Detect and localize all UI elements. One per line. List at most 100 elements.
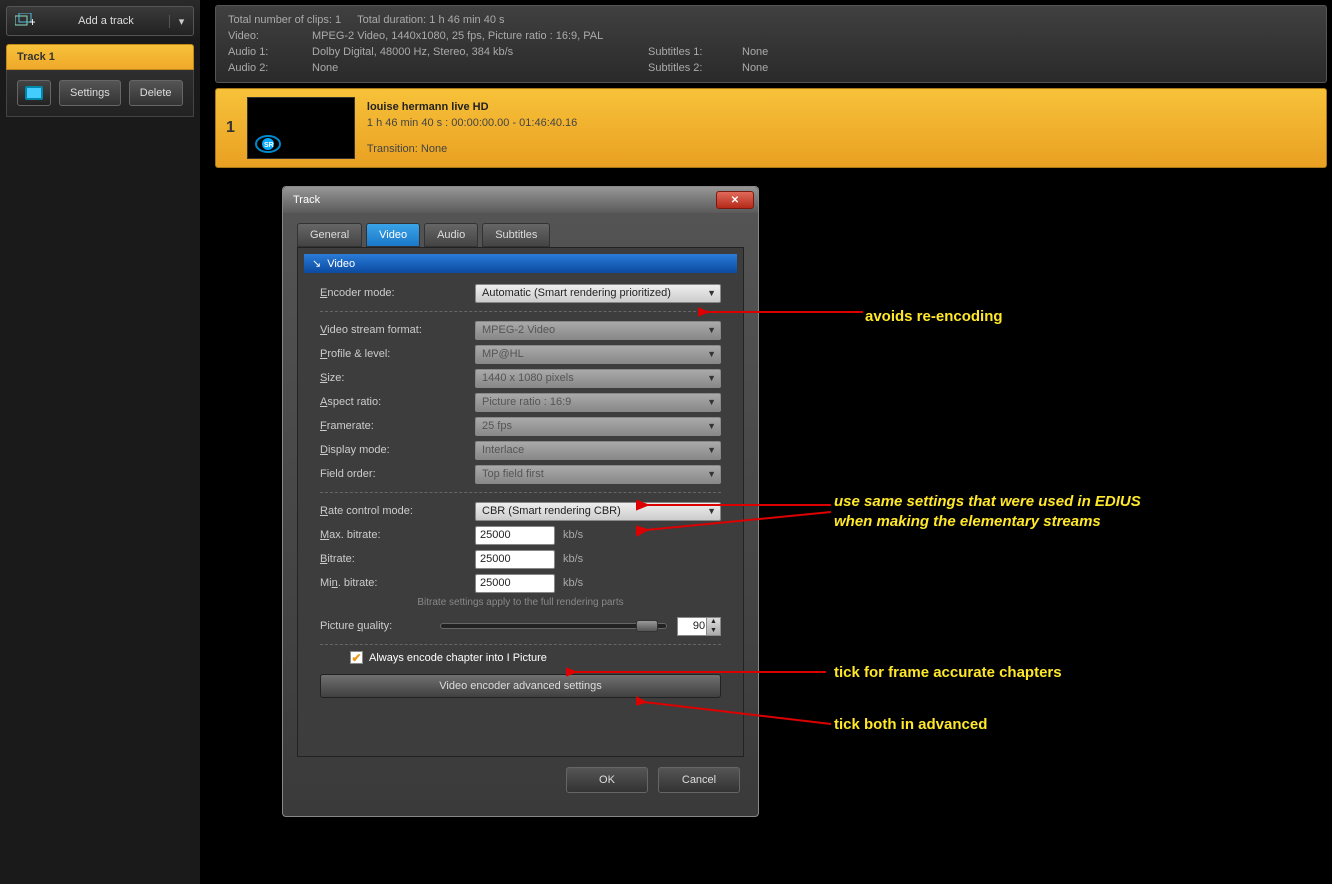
video-section-header[interactable]: ↘ Video: [304, 254, 737, 273]
chevron-down-icon: ▼: [707, 349, 716, 359]
sub2-lbl: Subtitles 2:: [648, 60, 718, 76]
dialog-buttons: OK Cancel: [283, 767, 758, 805]
min-bitrate-unit: kb/s: [563, 577, 583, 589]
picture-quality-value[interactable]: 90 ▲▼: [677, 617, 721, 636]
bitrate-input[interactable]: 25000: [475, 550, 555, 569]
audio2-lbl: Audio 2:: [228, 60, 288, 76]
annotation-text-1: avoids re-encoding: [865, 308, 1003, 325]
sidebar: + Add a track ▾ Track 1 Settings Delete: [0, 0, 200, 884]
svg-text:+: +: [29, 15, 35, 29]
max-bitrate-unit: kb/s: [563, 529, 583, 541]
framerate-dropdown[interactable]: 25 fps▼: [475, 417, 721, 436]
stream-format-label: Video stream format:: [320, 324, 475, 336]
annotation-text-2a: use same settings that were used in EDIU…: [834, 493, 1141, 510]
chevron-down-icon: ▼: [707, 469, 716, 479]
tab-subtitles[interactable]: Subtitles: [482, 223, 550, 247]
clip-title: louise hermann live HD: [367, 101, 577, 113]
clip-logo-icon: SR: [250, 132, 286, 156]
video-fields: Encoder mode: Automatic (Smart rendering…: [304, 273, 737, 706]
clip-meta: louise hermann live HD 1 h 46 min 40 s :…: [367, 101, 577, 155]
chevron-down-icon: ▼: [707, 445, 716, 455]
min-bitrate-input[interactable]: 25000: [475, 574, 555, 593]
rate-mode-dropdown[interactable]: CBR (Smart rendering CBR)▼: [475, 502, 721, 521]
bitrate-unit: kb/s: [563, 553, 583, 565]
cancel-button[interactable]: Cancel: [658, 767, 740, 793]
field-order-label: Field order:: [320, 468, 475, 480]
annotation-text-4: tick both in advanced: [834, 716, 987, 733]
chevron-down-icon: ▼: [707, 397, 716, 407]
clip-info-bar: Total number of clips: 1 Total duration:…: [215, 5, 1327, 83]
sub2-value: None: [742, 60, 768, 76]
total-duration: Total duration: 1 h 46 min 40 s: [357, 12, 504, 28]
audio2-value: None: [312, 60, 338, 76]
track-dialog: Track ✕ General Video Audio Subtitles ↘ …: [282, 186, 759, 817]
encode-chapter-checkbox[interactable]: ✔ Always encode chapter into I Picture: [350, 651, 721, 664]
max-bitrate-input[interactable]: 25000: [475, 526, 555, 545]
framerate-label: Framerate:: [320, 420, 475, 432]
spinner-buttons[interactable]: ▲▼: [706, 618, 720, 635]
add-track-dropdown-icon[interactable]: ▾: [169, 15, 193, 28]
clip-index: 1: [226, 119, 235, 137]
max-bitrate-label: Max. bitrate:: [320, 529, 475, 541]
clip-row[interactable]: 1 SR louise hermann live HD 1 h 46 min 4…: [215, 88, 1327, 168]
video-section-title: Video: [327, 258, 355, 270]
chevron-down-icon: ▼: [707, 325, 716, 335]
video-lbl: Video:: [228, 28, 288, 44]
track-controls: Settings Delete: [6, 70, 194, 117]
field-order-dropdown[interactable]: Top field first▼: [475, 465, 721, 484]
dialog-titlebar[interactable]: Track ✕: [283, 187, 758, 213]
picture-quality-slider[interactable]: [440, 623, 667, 629]
bitrate-label: Bitrate:: [320, 553, 475, 565]
chevron-down-icon: ▼: [707, 288, 716, 298]
check-icon: ✔: [351, 653, 361, 663]
bitrate-note: Bitrate settings apply to the full rende…: [320, 597, 721, 608]
stream-format-dropdown[interactable]: MPEG-2 Video▼: [475, 321, 721, 340]
encoder-mode-dropdown[interactable]: Automatic (Smart rendering prioritized)▼: [475, 284, 721, 303]
min-bitrate-label: Min. bitrate:: [320, 577, 475, 589]
tab-video[interactable]: Video: [366, 223, 420, 247]
sub1-value: None: [742, 44, 768, 60]
clip-thumbnail: SR: [247, 97, 355, 159]
aspect-label: Aspect ratio:: [320, 396, 475, 408]
annotation-text-3: tick for frame accurate chapters: [834, 664, 1062, 681]
tab-general[interactable]: General: [297, 223, 362, 247]
size-label: Size:: [320, 372, 475, 384]
annotation-text-2b: when making the elementary streams: [834, 513, 1101, 530]
ok-button[interactable]: OK: [566, 767, 648, 793]
track-delete-button[interactable]: Delete: [129, 80, 183, 106]
track-header[interactable]: Track 1: [6, 44, 194, 70]
profile-dropdown[interactable]: MP@HL▼: [475, 345, 721, 364]
picture-quality-label: Picture quality:: [320, 620, 430, 632]
profile-label: Profile & level:: [320, 348, 475, 360]
slider-thumb[interactable]: [636, 620, 658, 632]
dialog-tabs: General Video Audio Subtitles: [283, 213, 758, 247]
video-value: MPEG-2 Video, 1440x1080, 25 fps, Picture…: [312, 28, 603, 44]
dialog-title: Track: [293, 194, 716, 206]
tab-body: ↘ Video Encoder mode: Automatic (Smart r…: [297, 247, 744, 757]
sub1-lbl: Subtitles 1:: [648, 44, 718, 60]
audio1-value: Dolby Digital, 48000 Hz, Stereo, 384 kb/…: [312, 44, 513, 60]
chevron-down-icon: ▼: [707, 421, 716, 431]
add-track-button[interactable]: + Add a track ▾: [6, 6, 194, 36]
aspect-dropdown[interactable]: Picture ratio : 16:9▼: [475, 393, 721, 412]
close-button[interactable]: ✕: [716, 191, 754, 209]
rate-mode-label: Rate control mode:: [320, 505, 475, 517]
advanced-settings-button[interactable]: Video encoder advanced settings: [320, 674, 721, 698]
total-clips: Total number of clips: 1: [228, 12, 341, 28]
track-preview-button[interactable]: [17, 80, 51, 106]
track-settings-button[interactable]: Settings: [59, 80, 121, 106]
svg-text:SR: SR: [264, 142, 274, 149]
clip-transition: Transition: None: [367, 143, 577, 155]
chevron-down-icon: ▼: [707, 373, 716, 383]
tab-audio[interactable]: Audio: [424, 223, 478, 247]
add-track-icon: +: [7, 13, 43, 29]
chevron-down-icon: ▼: [707, 506, 716, 516]
audio1-lbl: Audio 1:: [228, 44, 288, 60]
size-dropdown[interactable]: 1440 x 1080 pixels▼: [475, 369, 721, 388]
encoder-mode-label: Encoder mode:: [320, 287, 475, 299]
clip-timing: 1 h 46 min 40 s : 00:00:00.00 - 01:46:40…: [367, 117, 577, 129]
display-mode-label: Display mode:: [320, 444, 475, 456]
checkbox-box[interactable]: ✔: [350, 651, 363, 664]
display-mode-dropdown[interactable]: Interlace▼: [475, 441, 721, 460]
encode-chapter-label: Always encode chapter into I Picture: [369, 652, 547, 664]
